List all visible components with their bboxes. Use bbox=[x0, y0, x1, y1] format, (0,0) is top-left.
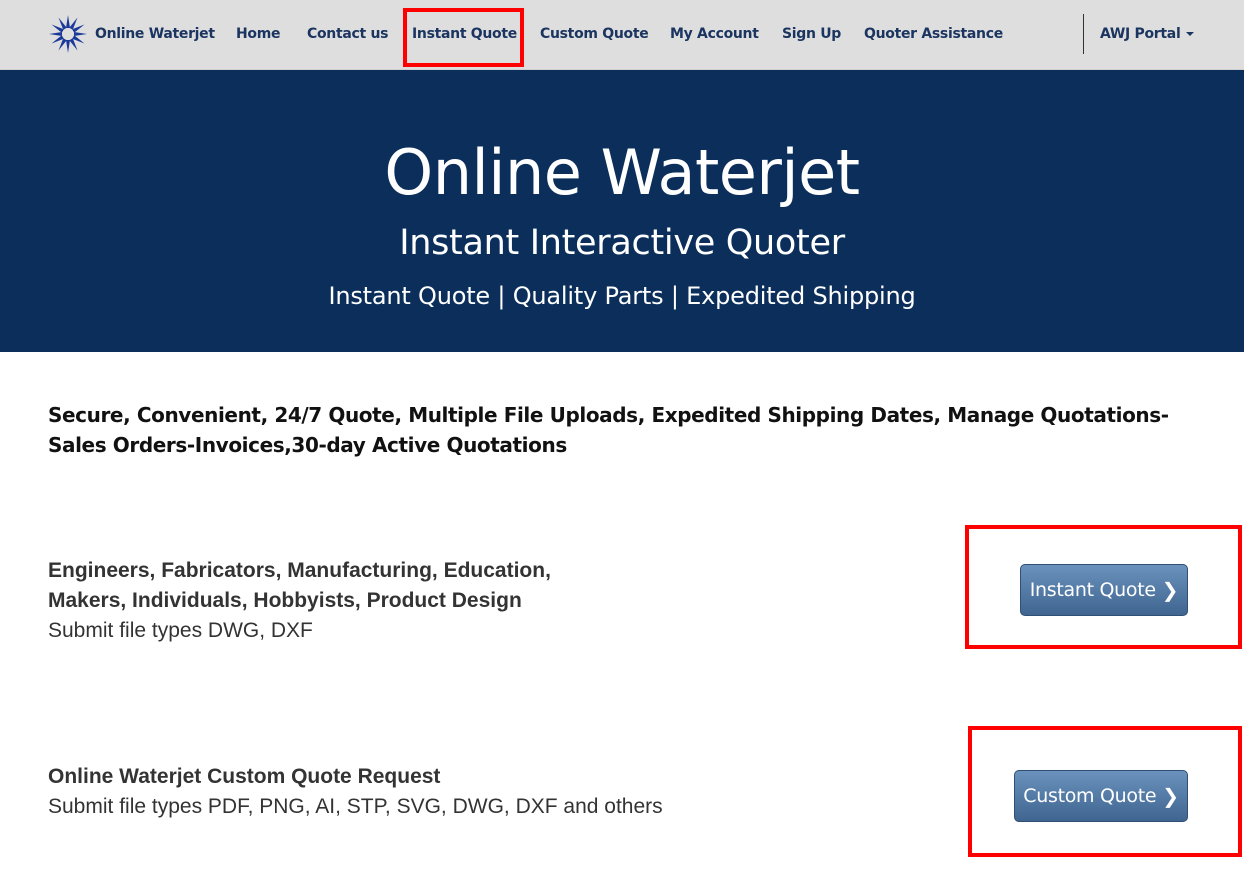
chevron-right-icon: ❯ bbox=[1162, 784, 1179, 808]
nav-divider bbox=[1083, 14, 1084, 54]
hero-title: Online Waterjet bbox=[384, 136, 860, 209]
features-text: Secure, Convenient, 24/7 Quote, Multiple… bbox=[48, 403, 1169, 457]
hero-banner: Online Waterjet Instant Interactive Quot… bbox=[0, 70, 1244, 352]
nav-contact-us[interactable]: Contact us bbox=[307, 26, 388, 42]
instant-audience-line1: Engineers, Fabricators, Manufacturing, E… bbox=[48, 559, 551, 582]
awj-portal-dropdown[interactable]: AWJ Portal bbox=[1100, 26, 1195, 42]
nav-my-account[interactable]: My Account bbox=[670, 26, 759, 42]
nav-instant-quote[interactable]: Instant Quote bbox=[412, 26, 517, 42]
custom-quote-button[interactable]: Custom Quote ❯ bbox=[1014, 770, 1188, 822]
instant-quote-button-label: Instant Quote bbox=[1029, 579, 1156, 601]
hero-subtitle: Instant Interactive Quoter bbox=[399, 223, 845, 263]
instant-quote-button[interactable]: Instant Quote ❯ bbox=[1020, 564, 1188, 616]
instant-quote-section: Engineers, Fabricators, Manufacturing, E… bbox=[48, 556, 551, 646]
brand-label: Online Waterjet bbox=[95, 26, 215, 42]
custom-quote-heading: Online Waterjet Custom Quote Request bbox=[48, 765, 441, 788]
caret-down-icon bbox=[1186, 32, 1195, 36]
awj-portal-label: AWJ Portal bbox=[1100, 26, 1181, 42]
instant-file-types: Submit file types DWG, DXF bbox=[48, 619, 313, 642]
brand-link[interactable]: Online Waterjet bbox=[48, 14, 215, 54]
top-navbar: Online Waterjet Home Contact us Instant … bbox=[0, 0, 1244, 70]
nav-sign-up[interactable]: Sign Up bbox=[782, 26, 841, 42]
custom-quote-button-label: Custom Quote bbox=[1023, 785, 1157, 807]
starburst-logo-icon bbox=[49, 15, 87, 53]
nav-custom-quote[interactable]: Custom Quote bbox=[540, 26, 649, 42]
nav-quoter-assistance[interactable]: Quoter Assistance bbox=[864, 26, 1003, 42]
custom-quote-section: Online Waterjet Custom Quote Request Sub… bbox=[48, 762, 663, 822]
chevron-right-icon: ❯ bbox=[1161, 578, 1179, 602]
instant-audience-line2: Makers, Individuals, Hobbyists, Product … bbox=[48, 589, 522, 612]
hero-tagline: Instant Quote | Quality Parts | Expedite… bbox=[328, 282, 916, 310]
nav-home[interactable]: Home bbox=[236, 26, 281, 42]
custom-file-types: Submit file types PDF, PNG, AI, STP, SVG… bbox=[48, 795, 663, 818]
